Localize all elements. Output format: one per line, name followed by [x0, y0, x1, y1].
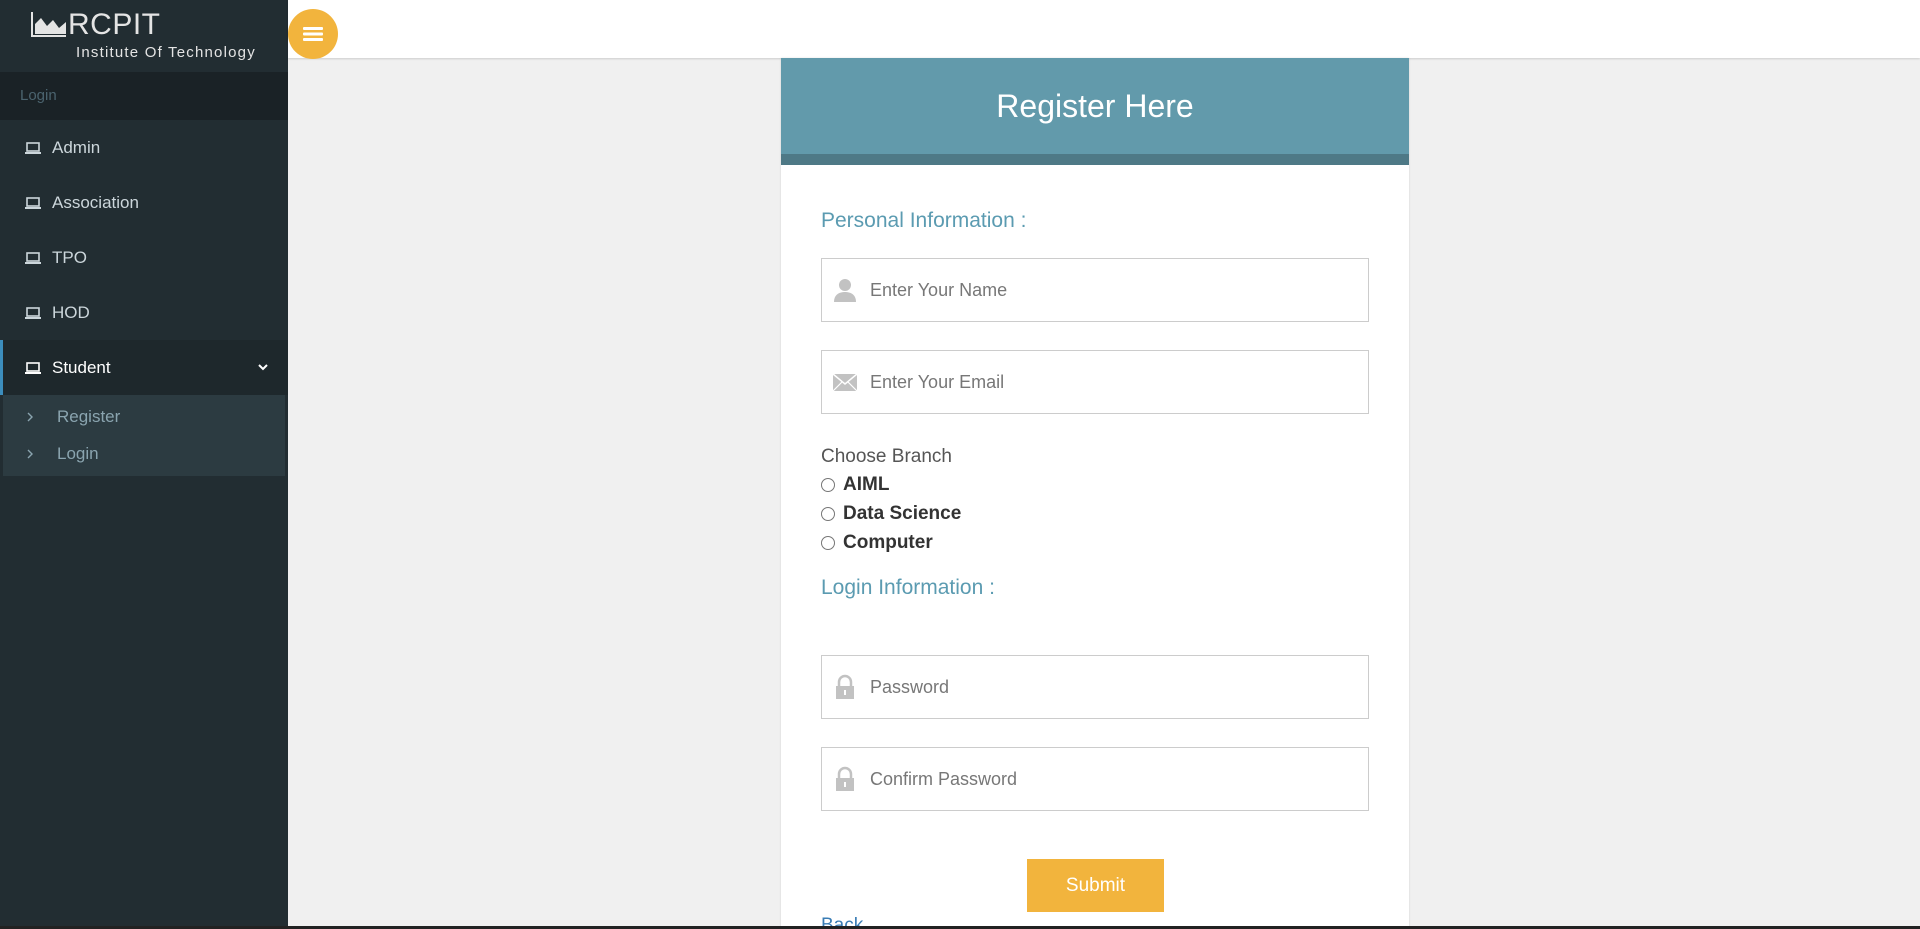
branch-option-data-science[interactable]: Data Science — [821, 503, 961, 525]
name-field[interactable] — [821, 258, 1369, 322]
sidebar-item-admin[interactable]: Admin — [0, 120, 288, 175]
envelope-icon — [832, 373, 858, 392]
sidebar-item-label: Admin — [52, 137, 101, 157]
laptop-icon — [25, 196, 41, 209]
sidebar: RCPIT Institute Of Technology Login Admi… — [0, 0, 288, 929]
top-navbar — [288, 0, 1920, 59]
email-field[interactable] — [821, 350, 1369, 414]
register-heading: Register Here — [781, 58, 1409, 165]
chevron-down-icon — [258, 364, 268, 371]
submenu-item-label: Register — [57, 406, 121, 426]
user-icon — [834, 279, 856, 302]
sidebar-item-association[interactable]: Association — [0, 175, 288, 230]
branch-option-computer[interactable]: Computer — [821, 532, 933, 554]
register-card: Register Here Personal Information : Cho… — [781, 58, 1409, 929]
sidebar-toggle-button[interactable] — [288, 9, 338, 59]
brand-title: RCPIT — [68, 8, 161, 41]
branch-radio-data-science[interactable] — [821, 507, 835, 521]
hamburger-icon — [303, 27, 323, 41]
sidebar-item-label: Association — [52, 192, 139, 212]
branch-radio-aiml[interactable] — [821, 478, 835, 492]
chevron-right-icon — [27, 449, 33, 458]
submenu-item-login[interactable]: Login — [3, 435, 285, 472]
email-input[interactable] — [870, 371, 1350, 393]
branch-option-label: Data Science — [843, 503, 962, 524]
sidebar-header: Login — [0, 72, 288, 120]
submit-button[interactable]: Submit — [1027, 859, 1164, 912]
sidebar-item-hod[interactable]: HOD — [0, 285, 288, 340]
password-field[interactable] — [821, 655, 1369, 719]
chevron-right-icon — [27, 412, 33, 421]
personal-info-title: Personal Information : — [821, 209, 1027, 232]
lock-icon — [836, 674, 854, 699]
sidebar-item-label: Student — [52, 357, 111, 377]
login-info-title: Login Information : — [821, 576, 995, 599]
confirm-password-field[interactable] — [821, 747, 1369, 811]
laptop-icon — [25, 361, 41, 374]
brand-subtitle: Institute Of Technology — [76, 44, 256, 61]
sidebar-item-student[interactable]: Student — [0, 340, 288, 395]
lock-icon — [836, 766, 854, 791]
confirm-password-input[interactable] — [870, 768, 1350, 790]
password-input[interactable] — [870, 676, 1350, 698]
choose-branch-label: Choose Branch — [821, 446, 952, 467]
branch-option-label: AIML — [843, 474, 890, 495]
branch-option-aiml[interactable]: AIML — [821, 474, 889, 496]
laptop-icon — [25, 306, 41, 319]
name-input[interactable] — [870, 279, 1350, 301]
branch-radio-computer[interactable] — [821, 536, 835, 550]
submenu-item-register[interactable]: Register — [3, 398, 285, 435]
branch-option-label: Computer — [843, 532, 933, 553]
laptop-icon — [25, 141, 41, 154]
sidebar-item-label: HOD — [52, 302, 90, 322]
brand-logo[interactable]: RCPIT Institute Of Technology — [0, 0, 288, 72]
chart-logo-icon — [31, 12, 66, 37]
sidebar-item-label: TPO — [52, 247, 87, 267]
sidebar-item-tpo[interactable]: TPO — [0, 230, 288, 285]
laptop-icon — [25, 251, 41, 264]
student-submenu: Register Login — [3, 395, 285, 476]
submenu-item-label: Login — [57, 443, 99, 463]
